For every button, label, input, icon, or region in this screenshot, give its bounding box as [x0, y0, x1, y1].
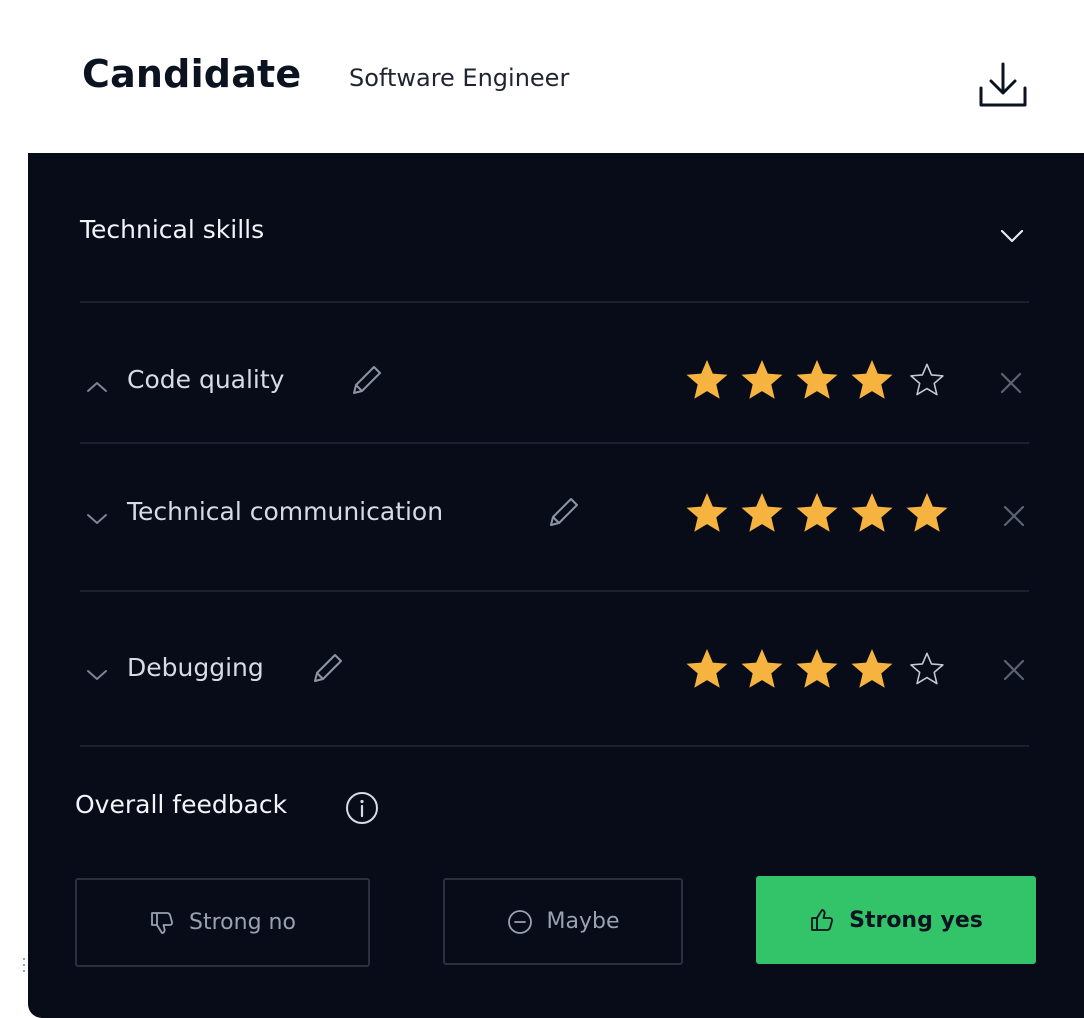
overall-feedback-label: Overall feedback	[75, 790, 288, 819]
skill-label: Debugging	[127, 653, 264, 682]
skill-label: Technical communication	[127, 497, 444, 526]
close-icon[interactable]	[1003, 659, 1025, 681]
divider	[80, 442, 1029, 444]
divider	[80, 590, 1029, 592]
star-filled-icon[interactable]	[684, 490, 730, 536]
chevron-down-icon[interactable]	[86, 513, 108, 525]
star-filled-icon[interactable]	[739, 490, 785, 536]
pencil-icon[interactable]	[545, 495, 581, 531]
star-empty-icon[interactable]	[904, 646, 950, 692]
star-rating[interactable]	[684, 646, 959, 692]
skill-label: Code quality	[127, 365, 285, 394]
strong-no-button[interactable]: Strong no	[75, 878, 370, 967]
skill-row-debugging: Debugging	[28, 639, 1084, 719]
close-icon[interactable]	[1003, 505, 1025, 527]
star-rating[interactable]	[684, 357, 959, 403]
chevron-down-icon[interactable]	[1000, 229, 1024, 243]
chevron-down-icon[interactable]	[86, 669, 108, 681]
info-icon[interactable]	[345, 791, 379, 825]
pencil-icon[interactable]	[309, 651, 345, 687]
divider	[80, 745, 1029, 747]
star-filled-icon[interactable]	[739, 357, 785, 403]
star-filled-icon[interactable]	[904, 490, 950, 536]
maybe-label: Maybe	[546, 909, 620, 934]
star-filled-icon[interactable]	[849, 357, 895, 403]
maybe-button[interactable]: Maybe	[443, 878, 683, 965]
thumbs-down-icon	[151, 911, 174, 934]
strong-no-label: Strong no	[189, 910, 296, 935]
minus-circle-icon	[507, 909, 532, 934]
strong-yes-button[interactable]: Strong yes	[756, 876, 1036, 964]
star-empty-icon[interactable]	[904, 357, 950, 403]
star-rating[interactable]	[684, 490, 959, 536]
resize-handle[interactable]	[22, 958, 26, 980]
close-icon[interactable]	[1000, 372, 1022, 394]
chevron-up-icon[interactable]	[86, 381, 108, 393]
strong-yes-label: Strong yes	[849, 907, 983, 933]
download-button[interactable]	[977, 62, 1029, 110]
star-filled-icon[interactable]	[794, 490, 840, 536]
star-filled-icon[interactable]	[739, 646, 785, 692]
star-filled-icon[interactable]	[849, 490, 895, 536]
job-title: Software Engineer	[349, 64, 570, 92]
download-icon	[979, 62, 1027, 107]
star-filled-icon[interactable]	[794, 357, 840, 403]
star-filled-icon[interactable]	[684, 357, 730, 403]
star-filled-icon[interactable]	[794, 646, 840, 692]
divider	[80, 301, 1029, 303]
skill-row-code-quality: Code quality	[28, 351, 1084, 431]
section-title: Technical skills	[80, 215, 265, 244]
skill-row-technical-communication: Technical communication	[28, 483, 1084, 563]
feedback-panel: Technical skills Code quality Technical …	[28, 153, 1084, 1018]
page-title: Candidate	[82, 52, 302, 96]
pencil-icon[interactable]	[348, 363, 384, 399]
star-filled-icon[interactable]	[684, 646, 730, 692]
star-filled-icon[interactable]	[849, 646, 895, 692]
thumbs-up-icon	[811, 909, 834, 931]
page-header: Candidate Software Engineer	[0, 0, 1084, 153]
